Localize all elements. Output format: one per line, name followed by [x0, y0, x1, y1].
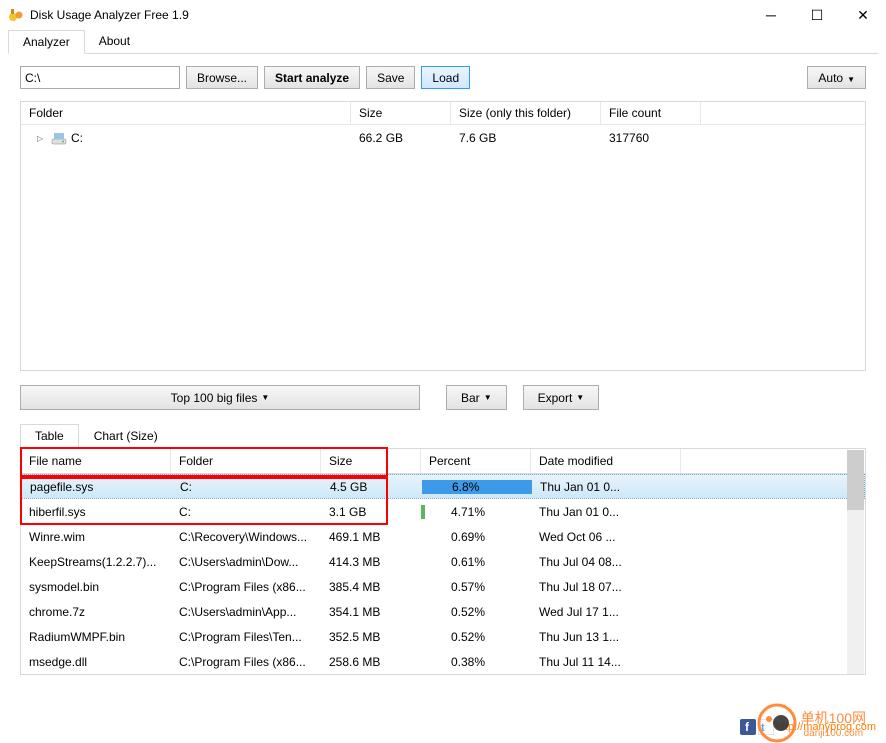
col-size[interactable]: Size — [351, 102, 451, 124]
cell-date: Thu Jan 01 0... — [531, 502, 681, 522]
start-analyze-button[interactable]: Start analyze — [264, 66, 360, 89]
top-100-button[interactable]: Top 100 big files▼ — [20, 385, 420, 410]
cell-folder: C:\Program Files\Ten... — [171, 627, 321, 647]
tree-size: 66.2 GB — [351, 129, 451, 147]
vertical-scrollbar[interactable] — [847, 450, 864, 674]
cell-folder: C: — [171, 502, 321, 522]
table-row[interactable]: pagefile.sysC:4.5 GB6.8%Thu Jan 01 0... — [21, 474, 865, 499]
cell-folder: C:\Recovery\Windows... — [171, 527, 321, 547]
title-bar: Disk Usage Analyzer Free 1.9 ─ ☐ ✕ — [0, 0, 886, 30]
tree-own-size: 7.6 GB — [451, 129, 601, 147]
close-button[interactable]: ✕ — [840, 0, 886, 30]
cell-folder: C:\Program Files (x86... — [171, 652, 321, 672]
cell-size: 414.3 MB — [321, 552, 421, 572]
cell-folder: C:\Users\admin\Dow... — [171, 552, 321, 572]
cell-size: 354.1 MB — [321, 602, 421, 622]
tab-about[interactable]: About — [85, 30, 144, 53]
th-percent[interactable]: Percent — [421, 449, 531, 473]
cell-percent: 0.52% — [421, 602, 531, 622]
tree-file-count: 317760 — [601, 129, 701, 147]
th-folder[interactable]: Folder — [171, 449, 321, 473]
table-row[interactable]: chrome.7zC:\Users\admin\App...354.1 MB0.… — [21, 599, 865, 624]
table-row[interactable]: msedge.dllC:\Program Files (x86...258.6 … — [21, 649, 865, 674]
cell-date: Thu Jul 04 08... — [531, 552, 681, 572]
th-filename[interactable]: File name — [21, 449, 171, 473]
folder-tree: Folder Size Size (only this folder) File… — [20, 101, 866, 371]
cell-percent: 4.71% — [421, 502, 531, 522]
cell-date: Thu Jun 13 1... — [531, 627, 681, 647]
cell-size: 4.5 GB — [322, 477, 422, 497]
load-button[interactable]: Load — [421, 66, 470, 89]
cell-filename: hiberfil.sys — [21, 502, 171, 522]
cell-filename: sysmodel.bin — [21, 577, 171, 597]
bar-button[interactable]: Bar▼ — [446, 385, 507, 410]
scrollbar-thumb[interactable] — [847, 450, 864, 510]
table-row[interactable]: Winre.wimC:\Recovery\Windows...469.1 MB0… — [21, 524, 865, 549]
cell-size: 3.1 GB — [321, 502, 421, 522]
sub-tabs: Table Chart (Size) — [20, 424, 866, 448]
app-title: Disk Usage Analyzer Free 1.9 — [30, 8, 189, 22]
table-row[interactable]: KeepStreams(1.2.2.7)...C:\Users\admin\Do… — [21, 549, 865, 574]
cell-percent: 0.61% — [421, 552, 531, 572]
col-own-size[interactable]: Size (only this folder) — [451, 102, 601, 124]
cell-filename: pagefile.sys — [22, 477, 172, 497]
export-button[interactable]: Export▼ — [523, 385, 600, 410]
cell-size: 385.4 MB — [321, 577, 421, 597]
cell-size: 258.6 MB — [321, 652, 421, 672]
cell-percent: 6.8% — [422, 477, 532, 497]
cell-filename: msedge.dll — [21, 652, 171, 672]
toolbar: Browse... Start analyze Save Load Auto▼ — [20, 66, 866, 89]
cell-filename: KeepStreams(1.2.2.7)... — [21, 552, 171, 572]
tree-row[interactable]: ▷ C: 66.2 GB 7.6 GB 317760 — [21, 125, 865, 151]
cell-percent: 0.69% — [421, 527, 531, 547]
cell-folder: C:\Users\admin\App... — [171, 602, 321, 622]
col-file-count[interactable]: File count — [601, 102, 701, 124]
cell-date: Thu Jul 11 14... — [531, 652, 681, 672]
cell-date: Thu Jul 18 07... — [531, 577, 681, 597]
th-size[interactable]: Size — [321, 449, 421, 473]
cell-filename: Winre.wim — [21, 527, 171, 547]
cell-percent: 0.38% — [421, 652, 531, 672]
main-tabs: Analyzer About — [8, 30, 878, 54]
col-folder[interactable]: Folder — [21, 102, 351, 124]
cell-date: Thu Jan 01 0... — [532, 477, 682, 497]
table-row[interactable]: sysmodel.binC:\Program Files (x86...385.… — [21, 574, 865, 599]
auto-button[interactable]: Auto▼ — [807, 66, 866, 89]
tab-analyzer[interactable]: Analyzer — [8, 30, 85, 54]
cell-filename: RadiumWMPF.bin — [21, 627, 171, 647]
th-date[interactable]: Date modified — [531, 449, 681, 473]
cell-size: 469.1 MB — [321, 527, 421, 547]
cell-date: Wed Jul 17 1... — [531, 602, 681, 622]
save-button[interactable]: Save — [366, 66, 415, 89]
tab-chart[interactable]: Chart (Size) — [79, 424, 173, 448]
cell-date: Wed Oct 06 ... — [531, 527, 681, 547]
tree-folder-name: C: — [71, 131, 83, 145]
expand-icon[interactable]: ▷ — [37, 134, 47, 143]
maximize-button[interactable]: ☐ — [794, 0, 840, 30]
cell-percent: 0.57% — [421, 577, 531, 597]
cell-filename: chrome.7z — [21, 602, 171, 622]
tab-table[interactable]: Table — [20, 424, 79, 449]
cell-size: 352.5 MB — [321, 627, 421, 647]
path-input[interactable] — [20, 66, 180, 89]
table-row[interactable]: RadiumWMPF.binC:\Program Files\Ten...352… — [21, 624, 865, 649]
browse-button[interactable]: Browse... — [186, 66, 258, 89]
watermark: 单机100网danji100.com — [757, 703, 866, 743]
minimize-button[interactable]: ─ — [748, 0, 794, 30]
files-table: File name Folder Size Percent Date modif… — [20, 448, 866, 675]
drive-icon — [51, 130, 67, 146]
cell-folder: C:\Program Files (x86... — [171, 577, 321, 597]
app-icon — [8, 7, 24, 23]
cell-percent: 0.52% — [421, 627, 531, 647]
facebook-icon[interactable]: f — [740, 719, 756, 735]
table-row[interactable]: hiberfil.sysC:3.1 GB4.71%Thu Jan 01 0... — [21, 499, 865, 524]
mid-toolbar: Top 100 big files▼ Bar▼ Export▼ — [20, 385, 866, 410]
cell-folder: C: — [172, 477, 322, 497]
